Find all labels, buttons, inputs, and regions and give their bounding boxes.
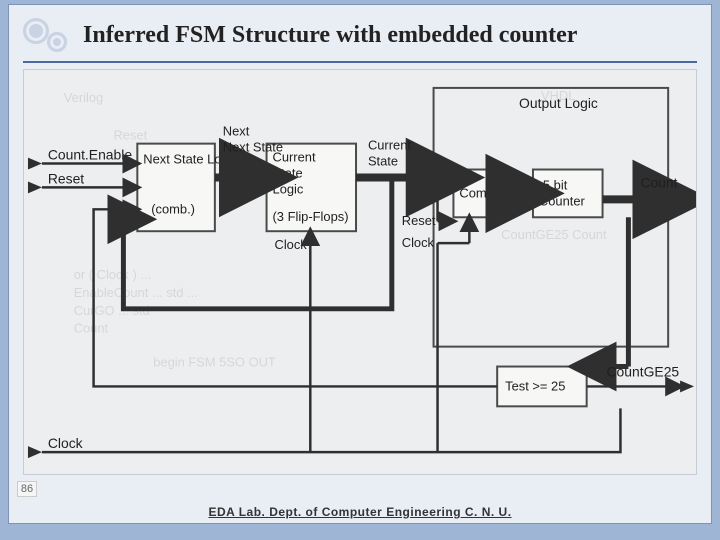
svg-text:Logic: Logic xyxy=(273,181,304,196)
countge25-output: CountGE25 xyxy=(607,363,680,379)
slide-title: Inferred FSM Structure with embedded cou… xyxy=(83,22,577,49)
svg-text:begin FSM 5SO OUT: begin FSM 5SO OUT xyxy=(153,355,276,370)
gears-icon xyxy=(21,14,75,56)
reset-sig-ol: Reset xyxy=(402,213,436,228)
reset-input: Reset xyxy=(48,170,84,186)
count-enable-input: Count.Enable xyxy=(48,147,132,163)
svg-text:State: State xyxy=(273,165,303,180)
next-state-signal: Next State xyxy=(223,140,283,155)
clock-input: Clock xyxy=(48,435,83,451)
svg-text:or ( Clock ) ...: or ( Clock ) ... xyxy=(74,267,151,282)
output-logic-title: Output Logic xyxy=(519,95,598,111)
svg-text:State: State xyxy=(368,154,398,169)
svg-text:Counter: Counter xyxy=(539,193,586,208)
svg-text:Next: Next xyxy=(223,124,250,139)
fsm-diagram: VHDL Verilog CountGE25 Count or ( Clock … xyxy=(23,69,697,475)
footer-text: EDA Lab. Dept. of Computer Engineering C… xyxy=(9,505,711,523)
current-state-sub: (3 Flip-Flops) xyxy=(273,209,349,224)
count-output: Count xyxy=(640,174,677,190)
comb-label: Comb. xyxy=(459,185,497,200)
svg-text:Current: Current xyxy=(368,138,411,153)
svg-text:EnableCount ... std ...: EnableCount ... std ... xyxy=(74,285,198,300)
page-number: 86 xyxy=(17,481,37,497)
title-underline xyxy=(23,61,697,63)
test-label: Test >= 25 xyxy=(505,378,565,393)
clock-sig-csl: Clock xyxy=(275,237,308,252)
svg-text:Reset: Reset xyxy=(113,128,147,143)
title-row: Inferred FSM Structure with embedded cou… xyxy=(21,11,699,59)
svg-text:Count: Count xyxy=(74,321,109,336)
svg-text:CountGE25 Count: CountGE25 Count xyxy=(501,227,607,242)
next-state-sub: (comb.) xyxy=(151,201,195,216)
clock-sig-ol: Clock xyxy=(402,235,435,250)
svg-text:5 bit: 5 bit xyxy=(543,177,568,192)
slide-frame: Inferred FSM Structure with embedded cou… xyxy=(8,4,712,524)
svg-text:Verilog: Verilog xyxy=(64,90,103,105)
